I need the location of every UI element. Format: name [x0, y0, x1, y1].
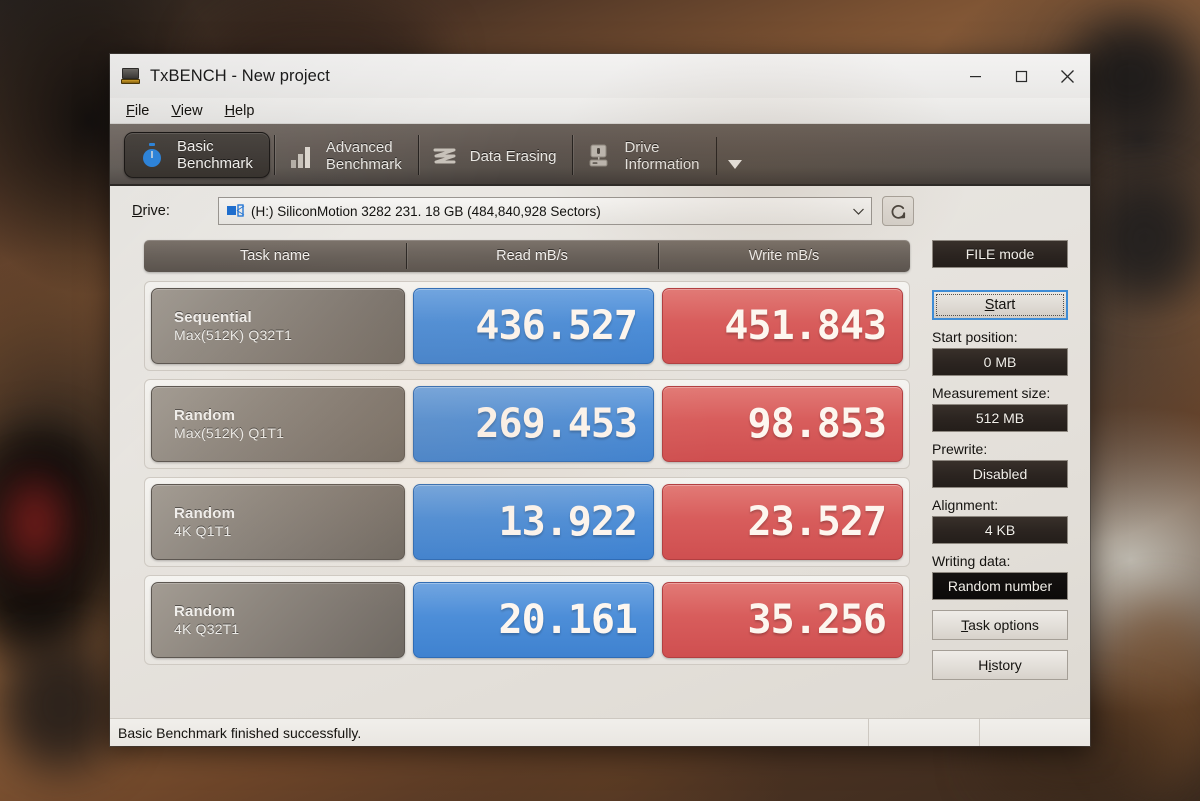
- task-name-cell[interactable]: Random 4K Q32T1: [151, 582, 405, 658]
- menu-item-help[interactable]: Help: [225, 103, 255, 119]
- start-position-label: Start position:: [932, 329, 1068, 345]
- tab-basic-benchmark[interactable]: Basic Benchmark: [124, 132, 270, 178]
- eraser-wave-icon: [430, 141, 460, 171]
- prewrite-label: Prewrite:: [932, 441, 1068, 457]
- drive-icon: [227, 204, 245, 219]
- task-name-line1: Random: [174, 505, 404, 522]
- read-value-cell: 13.922: [413, 484, 654, 560]
- desk-blur-blob: [0, 430, 110, 660]
- write-value-cell: 35.256: [662, 582, 903, 658]
- close-button[interactable]: [1044, 54, 1090, 98]
- task-name-line2: Max(512K) Q32T1: [174, 327, 404, 343]
- bar-chart-icon: [286, 141, 316, 171]
- task-options-button[interactable]: Task options: [932, 610, 1068, 640]
- table-row: Sequential Max(512K) Q32T1 436.527 451.8…: [144, 281, 910, 371]
- task-name-cell[interactable]: Random Max(512K) Q1T1: [151, 386, 405, 462]
- status-pane-2: [869, 719, 979, 746]
- write-value-cell: 98.853: [662, 386, 903, 462]
- menu-item-file[interactable]: FFileile: [126, 103, 149, 119]
- chevron-down-icon: [726, 158, 744, 170]
- table-header-row: Task name Read mB/s Write mB/s: [144, 240, 910, 272]
- task-name-line1: Random: [174, 603, 404, 620]
- write-value-cell: 23.527: [662, 484, 903, 560]
- task-name-cell[interactable]: Sequential Max(512K) Q32T1: [151, 288, 405, 364]
- settings-panel: FILE mode Start Start position: 0 MB Mea…: [910, 240, 1078, 718]
- menu-bar: FFileile View Help: [110, 98, 1090, 124]
- writing-data-label: Writing data:: [932, 553, 1068, 569]
- task-name-line2: 4K Q1T1: [174, 523, 404, 539]
- alignment-value[interactable]: 4 KB: [932, 516, 1068, 544]
- file-mode-button[interactable]: FILE mode: [932, 240, 1068, 268]
- task-name-line1: Sequential: [174, 309, 404, 326]
- main-area: Task name Read mB/s Write mB/s Sequentia…: [122, 240, 1078, 718]
- tab-data-erasing[interactable]: Data Erasing: [418, 128, 573, 184]
- alignment-label: Alignment:: [932, 497, 1068, 513]
- refresh-icon: [889, 202, 908, 221]
- tab-basic-benchmark-line2: Benchmark: [177, 155, 253, 172]
- drive-select-value: (H:) SiliconMotion 3282 231. 18 GB (484,…: [251, 204, 849, 219]
- desk-blur-blob: [1100, 600, 1200, 780]
- window-controls: [952, 54, 1090, 98]
- task-name-line1: Random: [174, 407, 404, 424]
- desk-blur-blob: [8, 478, 62, 568]
- column-header-task-name[interactable]: Task name: [144, 240, 406, 272]
- column-header-write-mbs[interactable]: Write mB/s: [658, 240, 910, 272]
- history-button[interactable]: History: [932, 650, 1068, 680]
- benchmark-rows: Sequential Max(512K) Q32T1 436.527 451.8…: [144, 281, 910, 665]
- tab-drive-information-line2: Information: [624, 156, 699, 173]
- chevron-down-icon[interactable]: [849, 208, 867, 215]
- desk-blur-blob: [1090, 180, 1200, 300]
- prewrite-value[interactable]: Disabled: [932, 460, 1068, 488]
- title-bar: TxBENCH - New project: [110, 54, 1090, 98]
- drive-info-icon: [584, 141, 614, 171]
- tab-strip: Basic Benchmark Advanced Benchmark: [110, 124, 1090, 186]
- tab-advanced-benchmark-line1: Advanced: [326, 139, 402, 156]
- benchmark-table: Task name Read mB/s Write mB/s Sequentia…: [122, 240, 910, 718]
- tab-advanced-benchmark-line2: Benchmark: [326, 156, 402, 173]
- tab-drive-information[interactable]: Drive Information: [572, 128, 715, 184]
- tab-drive-information-line1: Drive: [624, 139, 699, 156]
- column-header-read-mbs[interactable]: Read mB/s: [406, 240, 658, 272]
- tab-advanced-benchmark[interactable]: Advanced Benchmark: [274, 128, 418, 184]
- drive-select[interactable]: (H:) SiliconMotion 3282 231. 18 GB (484,…: [218, 197, 872, 225]
- window-title: TxBENCH - New project: [150, 67, 330, 86]
- read-value-cell: 436.527: [413, 288, 654, 364]
- start-button[interactable]: Start: [932, 290, 1068, 320]
- table-row: Random Max(512K) Q1T1 269.453 98.853: [144, 379, 910, 469]
- tab-basic-benchmark-line1: Basic: [177, 138, 253, 155]
- drive-row: Drive: (H:) SiliconMotion 3282 231. 18 G…: [122, 196, 1078, 226]
- application-window: TxBENCH - New project FFileile View Help: [110, 54, 1090, 746]
- refresh-drives-button[interactable]: [882, 196, 914, 226]
- minimize-button[interactable]: [952, 54, 998, 98]
- menu-item-view[interactable]: View: [171, 103, 202, 119]
- drive-label: Drive:: [122, 203, 218, 219]
- table-row: Random 4K Q1T1 13.922 23.527: [144, 477, 910, 567]
- measurement-size-value[interactable]: 512 MB: [932, 404, 1068, 432]
- status-message: Basic Benchmark finished successfully.: [110, 725, 868, 741]
- measurement-size-label: Measurement size:: [932, 385, 1068, 401]
- maximize-button[interactable]: [998, 54, 1044, 98]
- read-value-cell: 20.161: [413, 582, 654, 658]
- desktop-background: TxBENCH - New project FFileile View Help: [0, 0, 1200, 801]
- task-name-line2: Max(512K) Q1T1: [174, 425, 404, 441]
- task-name-cell[interactable]: Random 4K Q1T1: [151, 484, 405, 560]
- stopwatch-icon: [137, 140, 167, 170]
- read-value-cell: 269.453: [413, 386, 654, 462]
- tab-overflow-button[interactable]: [716, 128, 744, 184]
- status-pane-3: [980, 719, 1090, 746]
- task-name-line2: 4K Q32T1: [174, 621, 404, 637]
- desk-blur-blob: [0, 640, 120, 770]
- app-icon: [120, 66, 142, 86]
- start-position-value[interactable]: 0 MB: [932, 348, 1068, 376]
- write-value-cell: 451.843: [662, 288, 903, 364]
- tab-data-erasing-label: Data Erasing: [470, 148, 557, 165]
- status-bar: Basic Benchmark finished successfully.: [110, 718, 1090, 746]
- table-row: Random 4K Q32T1 20.161 35.256: [144, 575, 910, 665]
- content-area: Drive: (H:) SiliconMotion 3282 231. 18 G…: [110, 186, 1090, 718]
- writing-data-value[interactable]: Random number: [932, 572, 1068, 600]
